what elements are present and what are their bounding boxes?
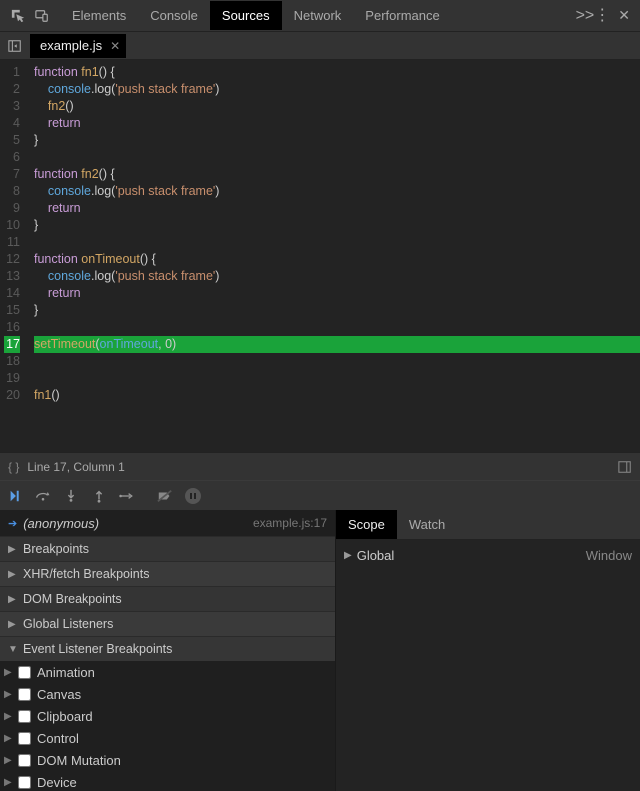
section-label: DOM Breakpoints <box>23 592 122 606</box>
callstack-frame-name: (anonymous) <box>23 516 253 531</box>
file-tab-bar: example.js ✕ <box>0 32 640 60</box>
chevron-right-icon: ▶ <box>8 619 18 630</box>
event-category-label: Control <box>37 731 79 746</box>
callstack-frame-location: example.js:17 <box>253 516 327 530</box>
scope-watch-tabs: ScopeWatch <box>336 510 640 540</box>
event-category-label: DOM Mutation <box>37 753 121 768</box>
step-out-icon[interactable] <box>90 487 108 505</box>
section-xhr-fetch-breakpoints[interactable]: ▶ XHR/fetch Breakpoints <box>0 561 335 586</box>
chevron-right-icon: ▶ <box>4 777 14 788</box>
chevron-right-icon: ▶ <box>8 594 18 605</box>
inspect-icon[interactable] <box>10 8 26 24</box>
section-label: Breakpoints <box>23 542 89 556</box>
event-category-checkbox[interactable] <box>18 754 31 767</box>
section-dom-breakpoints[interactable]: ▶ DOM Breakpoints <box>0 586 335 611</box>
tab-network[interactable]: Network <box>282 1 354 30</box>
event-category-checkbox[interactable] <box>18 732 31 745</box>
devtools-tabbar: ElementsConsoleSourcesNetworkPerformance… <box>0 0 640 32</box>
scope-value: Window <box>586 548 632 563</box>
event-category-checkbox[interactable] <box>18 710 31 723</box>
debugger-right-panel: ScopeWatch ▶ GlobalWindow <box>336 510 640 791</box>
editor-statusbar: { } Line 17, Column 1 <box>0 452 640 480</box>
chevron-down-icon: ▼ <box>8 644 18 655</box>
chevron-right-icon: ▶ <box>4 711 14 722</box>
step-icon[interactable] <box>118 487 136 505</box>
close-icon[interactable]: ✕ <box>110 39 120 53</box>
section-global-listeners[interactable]: ▶ Global Listeners <box>0 611 335 636</box>
event-category-canvas[interactable]: ▶ Canvas <box>0 683 335 705</box>
event-category-label: Animation <box>37 665 95 680</box>
file-tab-name: example.js <box>40 38 102 53</box>
show-navigator-icon[interactable] <box>6 37 24 55</box>
chevron-right-icon: ▶ <box>4 667 14 678</box>
chevron-right-icon: ▶ <box>4 689 14 700</box>
cursor-position: Line 17, Column 1 <box>27 460 124 474</box>
section-label: Global Listeners <box>23 617 113 631</box>
scope-tab-watch[interactable]: Watch <box>397 510 457 539</box>
callstack-frame[interactable]: ➔ (anonymous) example.js:17 <box>0 510 335 536</box>
current-frame-icon: ➔ <box>8 517 17 530</box>
event-category-checkbox[interactable] <box>18 688 31 701</box>
section-breakpoints[interactable]: ▶ Breakpoints <box>0 536 335 561</box>
device-toggle-icon[interactable] <box>34 8 50 24</box>
step-over-icon[interactable] <box>34 487 52 505</box>
sidebar-toggle-icon[interactable] <box>618 460 632 474</box>
code-content: function fn1() { console.log('push stack… <box>26 60 640 452</box>
event-category-animation[interactable]: ▶ Animation <box>0 661 335 683</box>
tab-performance[interactable]: Performance <box>353 1 451 30</box>
scope-key: Global <box>357 548 586 563</box>
event-category-control[interactable]: ▶ Control <box>0 727 335 749</box>
section-event-listener-breakpoints[interactable]: ▼ Event Listener Breakpoints <box>0 636 335 661</box>
scope-item[interactable]: ▶ GlobalWindow <box>344 544 632 566</box>
chevron-right-icon: ▶ <box>4 755 14 766</box>
event-category-dom-mutation[interactable]: ▶ DOM Mutation <box>0 749 335 771</box>
chevron-right-icon: ▶ <box>8 544 18 555</box>
debugger-toolbar <box>0 480 640 510</box>
more-tabs-icon[interactable]: >> <box>576 7 595 25</box>
file-tab[interactable]: example.js ✕ <box>30 34 126 58</box>
close-devtools-icon[interactable]: ✕ <box>618 7 630 24</box>
main-tabs: ElementsConsoleSourcesNetworkPerformance <box>60 1 576 30</box>
scope-tab-scope[interactable]: Scope <box>336 510 397 539</box>
event-category-checkbox[interactable] <box>18 776 31 789</box>
pretty-print-icon[interactable]: { } <box>8 460 19 474</box>
tab-sources[interactable]: Sources <box>210 1 282 30</box>
debugger-lower-panel: ➔ (anonymous) example.js:17 ▶ Breakpoints… <box>0 510 640 791</box>
deactivate-breakpoints-icon[interactable] <box>156 487 174 505</box>
event-category-label: Device <box>37 775 77 790</box>
resume-icon[interactable] <box>6 487 24 505</box>
event-category-device[interactable]: ▶ Device <box>0 771 335 791</box>
chevron-right-icon: ▶ <box>8 569 18 580</box>
tab-console[interactable]: Console <box>138 1 210 30</box>
chevron-right-icon: ▶ <box>344 550 352 561</box>
code-editor[interactable]: 1234567891011121314151617181920 function… <box>0 60 640 452</box>
section-label: XHR/fetch Breakpoints <box>23 567 149 581</box>
kebab-menu-icon[interactable]: ⋮ <box>594 8 610 24</box>
event-category-checkbox[interactable] <box>18 666 31 679</box>
event-category-label: Clipboard <box>37 709 93 724</box>
event-category-label: Canvas <box>37 687 81 702</box>
debugger-left-panel: ➔ (anonymous) example.js:17 ▶ Breakpoints… <box>0 510 336 791</box>
pause-on-exceptions-icon[interactable] <box>184 487 202 505</box>
tab-elements[interactable]: Elements <box>60 1 138 30</box>
section-label: Event Listener Breakpoints <box>23 642 172 656</box>
line-gutter: 1234567891011121314151617181920 <box>0 60 26 452</box>
event-category-clipboard[interactable]: ▶ Clipboard <box>0 705 335 727</box>
chevron-right-icon: ▶ <box>4 733 14 744</box>
step-into-icon[interactable] <box>62 487 80 505</box>
